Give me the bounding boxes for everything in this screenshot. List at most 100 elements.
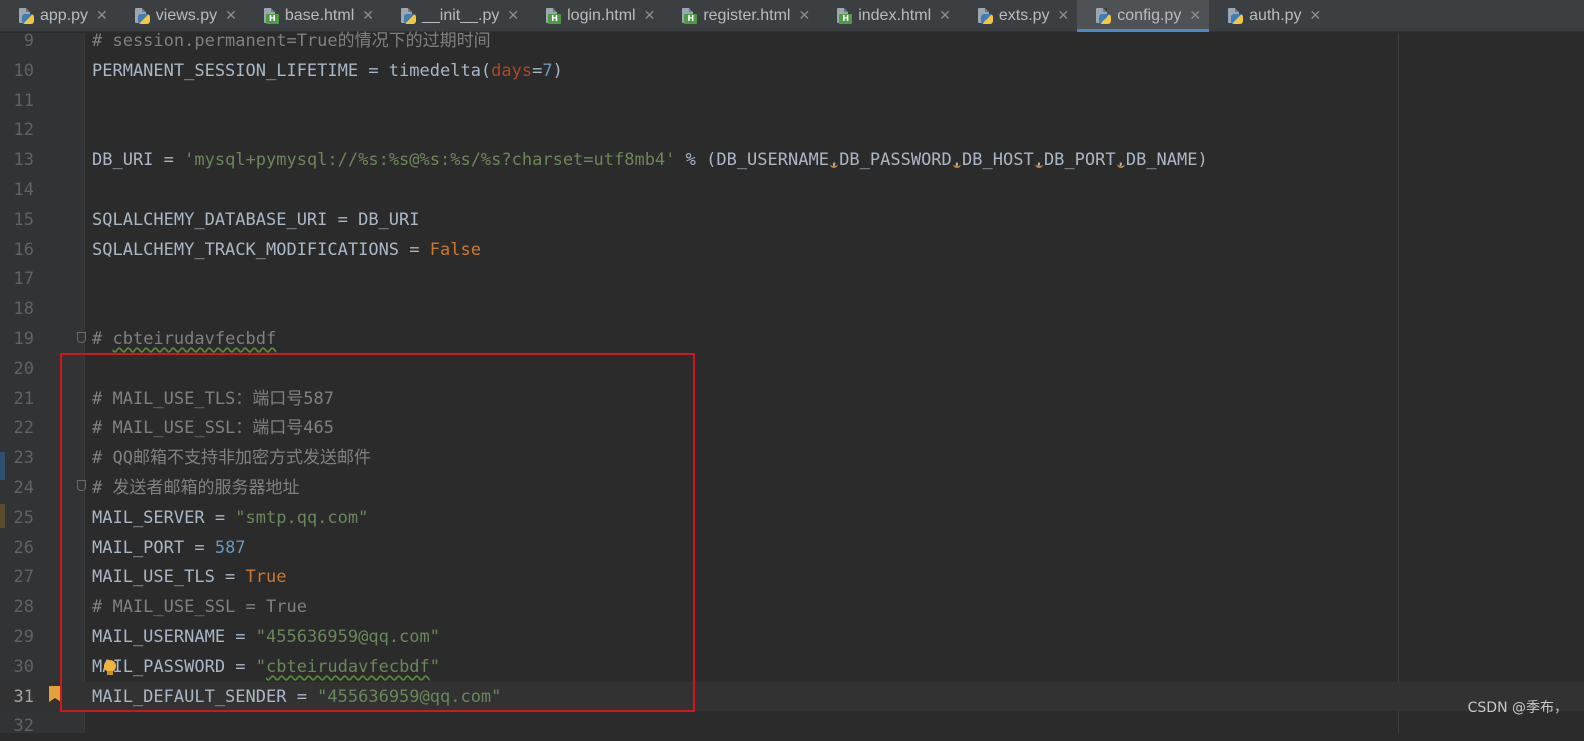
- close-icon[interactable]: ✕: [362, 8, 374, 24]
- line-number: 30: [13, 656, 34, 677]
- code-line[interactable]: 23 # QQ邮箱不支持非加密方式发送邮件: [0, 443, 1584, 473]
- tab-label: app.py: [40, 7, 89, 24]
- code-line[interactable]: 24 # 发送者邮箱的服务器地址: [0, 473, 1584, 503]
- fold-marker-icon[interactable]: [77, 480, 86, 491]
- code-token: MAIL_USE_TLS =: [92, 567, 246, 588]
- tab-label: config.py: [1117, 7, 1182, 24]
- code-token: MAIL_PORT =: [92, 537, 215, 558]
- code-text: SQLALCHEMY_DATABASE_URI = DB_URI: [92, 205, 420, 235]
- tab-label: base.html: [284, 7, 355, 24]
- tab-label: __init__.py: [421, 7, 500, 24]
- code-text: MAIL_USE_TLS = True: [92, 562, 286, 592]
- code-line[interactable]: 15 SQLALCHEMY_DATABASE_URI = DB_URI: [0, 205, 1584, 235]
- code-line[interactable]: 18: [0, 294, 1584, 324]
- python-file-icon: [1227, 8, 1244, 24]
- code-line[interactable]: 10 PERMANENT_SESSION_LIFETIME = timedelta…: [0, 56, 1584, 86]
- code-token: # MAIL_USE_SSL = True: [92, 597, 307, 618]
- code-line[interactable]: 26 MAIL_PORT = 587: [0, 533, 1584, 563]
- code-line[interactable]: 13 DB_URI = 'mysql+pymysql://%s:%s@%s:%s/…: [0, 145, 1584, 175]
- code-line[interactable]: 20: [0, 354, 1584, 384]
- line-number: 11: [13, 90, 34, 111]
- close-icon[interactable]: ✕: [1189, 8, 1201, 24]
- tab-label: index.html: [858, 7, 932, 24]
- line-number: 22: [13, 418, 34, 439]
- close-icon[interactable]: ✕: [1310, 8, 1322, 24]
- python-file-icon: [400, 8, 416, 24]
- tab-label: views.py: [155, 7, 218, 24]
- line-number: 27: [13, 567, 34, 588]
- line-number: 18: [13, 299, 34, 320]
- code-text: DB_URI = 'mysql+pymysql://%s:%s@%s:%s/%s…: [92, 145, 1208, 175]
- line-number: 13: [13, 150, 34, 171]
- close-icon[interactable]: ✕: [1058, 8, 1070, 24]
- line-number: 29: [13, 627, 34, 647]
- code-token: MAIL_USERNAME =: [92, 627, 256, 647]
- code-token: ): [552, 60, 563, 81]
- code-line[interactable]: 22 # MAIL_USE_SSL：端口号465: [0, 413, 1584, 443]
- code-token: DB_URI =: [92, 150, 185, 171]
- line-number: 20: [13, 358, 34, 379]
- code-token: =: [532, 60, 543, 81]
- line-number: 28: [13, 597, 34, 618]
- code-line[interactable]: 29 MAIL_USERNAME = "455636959@qq.com": [0, 622, 1584, 652]
- code-line[interactable]: 11: [0, 86, 1584, 116]
- code-token: ,: [1115, 150, 1126, 171]
- html-file-icon: H: [545, 8, 562, 24]
- code-line[interactable]: 30 MAIL_PASSWORD = "cbteirudavfecbdf": [0, 652, 1584, 682]
- code-text: MAIL_PORT = 587: [92, 533, 246, 563]
- code-line[interactable]: 9 # session.permanent=True的情况下的过期时间: [0, 26, 1584, 56]
- code-line[interactable]: 14: [0, 175, 1584, 205]
- code-line[interactable]: 31 MAIL_DEFAULT_SENDER = "455636959@qq.co…: [0, 681, 1584, 712]
- line-number: 21: [13, 388, 34, 409]
- lightbulb-icon[interactable]: [104, 660, 116, 676]
- code-token: "455636959@qq.com": [317, 686, 502, 707]
- close-icon[interactable]: ✕: [939, 8, 951, 24]
- code-line[interactable]: 27 MAIL_USE_TLS = True: [0, 562, 1584, 592]
- code-line[interactable]: 32: [0, 711, 1584, 741]
- close-icon[interactable]: ✕: [644, 8, 656, 24]
- code-token: 'mysql+pymysql://%s:%s@%s:%s/%s?charset=…: [184, 150, 676, 171]
- line-number: 26: [13, 537, 34, 558]
- close-icon[interactable]: ✕: [96, 8, 108, 24]
- code-token: "455636959@qq.com": [255, 627, 440, 647]
- line-number: 12: [13, 120, 34, 141]
- bookmark-icon[interactable]: [49, 686, 61, 702]
- code-line[interactable]: 17: [0, 264, 1584, 294]
- code-line[interactable]: 21 # MAIL_USE_TLS：端口号587: [0, 384, 1584, 414]
- code-text: PERMANENT_SESSION_LIFETIME = timedelta(d…: [92, 56, 563, 86]
- code-line[interactable]: 19 # cbteirudavfecbdf: [0, 324, 1584, 354]
- code-text: # session.permanent=True的情况下的过期时间: [92, 26, 491, 56]
- close-icon[interactable]: ✕: [225, 8, 237, 24]
- fold-marker-icon[interactable]: [77, 332, 86, 343]
- code-line[interactable]: 16 SQLALCHEMY_TRACK_MODIFICATIONS = False: [0, 235, 1584, 265]
- tab-label: register.html: [703, 7, 791, 24]
- python-file-icon: [134, 8, 150, 24]
- code-token: cbteirudavfecbdf: [266, 656, 430, 677]
- tab-label: login.html: [567, 7, 636, 24]
- code-text: # MAIL_USE_TLS：端口号587: [92, 384, 334, 414]
- code-token: 587: [214, 537, 246, 558]
- code-token: ,: [828, 150, 840, 171]
- code-line[interactable]: 25 MAIL_SERVER = "smtp.qq.com": [0, 503, 1584, 533]
- code-token: DB_HOST: [962, 150, 1034, 171]
- code-token: % (DB_USERNAME: [675, 150, 829, 171]
- code-token: MAIL_SERVER =: [92, 507, 236, 528]
- line-number: 15: [13, 209, 34, 230]
- code-token: 7: [542, 60, 553, 81]
- python-file-icon: [977, 8, 993, 24]
- line-number: 24: [13, 478, 34, 498]
- close-icon[interactable]: ✕: [798, 8, 810, 24]
- code-token: cbteirudavfecbdf: [112, 329, 277, 349]
- code-token: SQLALCHEMY_TRACK_MODIFICATIONS =: [92, 239, 430, 260]
- code-token: #: [92, 329, 113, 349]
- code-token: # QQ邮箱不支持非加密方式发送邮件: [92, 448, 371, 469]
- code-text: MAIL_DEFAULT_SENDER = "455636959@qq.com": [92, 682, 501, 712]
- code-token: # 发送者邮箱的服务器地址: [92, 478, 300, 498]
- code-token: DB_PASSWORD: [839, 150, 952, 171]
- python-file-icon: [1095, 8, 1112, 24]
- close-icon[interactable]: ✕: [507, 8, 519, 24]
- code-token: "smtp.qq.com": [235, 507, 369, 528]
- code-line[interactable]: 28 # MAIL_USE_SSL = True: [0, 592, 1584, 622]
- code-line[interactable]: 12: [0, 115, 1584, 145]
- code-token: ,: [1033, 150, 1044, 171]
